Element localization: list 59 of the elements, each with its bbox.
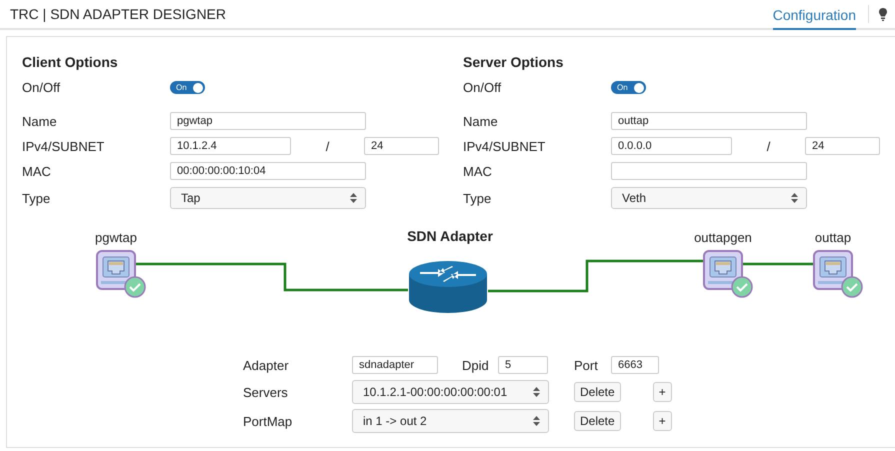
type-select[interactable]: Tap (170, 187, 366, 209)
input-field[interactable]: pgwtap (170, 112, 366, 130)
input-field[interactable]: sdnadapter (352, 356, 438, 374)
input-field[interactable] (611, 162, 807, 180)
node-label: outtap (814, 230, 852, 245)
nav-tab[interactable]: Configuration (772, 2, 856, 30)
field-label: Type (463, 190, 492, 206)
sort-caret-icon (350, 193, 357, 203)
field-label: MAC (463, 164, 493, 178)
toggle-switch[interactable]: On (611, 81, 646, 94)
field-label: Name (463, 114, 499, 128)
router-icon[interactable] (408, 260, 488, 314)
sort-caret-icon (533, 387, 540, 397)
input-field[interactable]: outtap (611, 112, 807, 130)
check-badge-icon (731, 276, 753, 298)
dropdown-select[interactable]: 10.1.2.1-00:00:00:00:00:01 (352, 380, 549, 404)
type-select[interactable]: Veth (611, 187, 807, 209)
field-label: MAC (22, 164, 52, 178)
check-badge-icon (124, 276, 146, 298)
field-label: On/Off (22, 80, 62, 95)
separator-text: / (324, 138, 330, 154)
add-button[interactable]: + (652, 411, 672, 431)
ip-input-field[interactable]: 10.1.2.4 (170, 137, 291, 155)
section-title: Client Options (22, 54, 119, 70)
section-title: Server Options (463, 54, 564, 70)
node-label: pgwtap (94, 230, 138, 245)
delete-button[interactable]: Delete (574, 411, 621, 431)
ethernet-port-icon[interactable] (703, 250, 743, 290)
field-label: Dpid (462, 358, 490, 372)
field-label: On/Off (463, 80, 502, 95)
sort-caret-icon (791, 193, 798, 203)
sort-caret-icon (533, 416, 540, 426)
subnet-input-field[interactable]: 24 (364, 137, 439, 155)
field-label: IPv4/SUBNET (463, 138, 546, 154)
field-label: PortMap (243, 414, 294, 428)
subnet-input-field[interactable]: 24 (805, 137, 880, 155)
ethernet-port-icon[interactable] (813, 250, 853, 290)
add-button[interactable]: + (652, 382, 672, 402)
field-label: Port (574, 358, 599, 372)
ip-input-field[interactable]: 0.0.0.0 (611, 137, 732, 155)
check-badge-icon (841, 276, 863, 298)
input-field[interactable]: 00:00:00:00:10:04 (170, 162, 366, 180)
delete-button[interactable]: Delete (574, 382, 621, 402)
connection-line (743, 262, 813, 266)
field-label: Servers (243, 384, 289, 400)
field-label: Adapter (243, 358, 290, 372)
dropdown-select[interactable]: in 1 -> out 2 (352, 409, 549, 433)
field-label: IPv4/SUBNET (22, 138, 106, 154)
node-label: outtapgen (693, 230, 753, 245)
diagram-title: SDN Adapter (406, 228, 494, 244)
separator-text: / (766, 138, 772, 154)
input-field[interactable]: 5 (498, 356, 548, 374)
toggle-switch[interactable]: On (170, 81, 205, 94)
input-field[interactable]: 6663 (611, 356, 659, 374)
field-label: Type (22, 190, 52, 206)
field-label: Name (22, 114, 58, 128)
lightbulb-icon[interactable] (879, 8, 887, 20)
app-title: TRC | SDN ADAPTER DESIGNER (10, 6, 228, 22)
ethernet-port-icon[interactable] (96, 250, 136, 290)
